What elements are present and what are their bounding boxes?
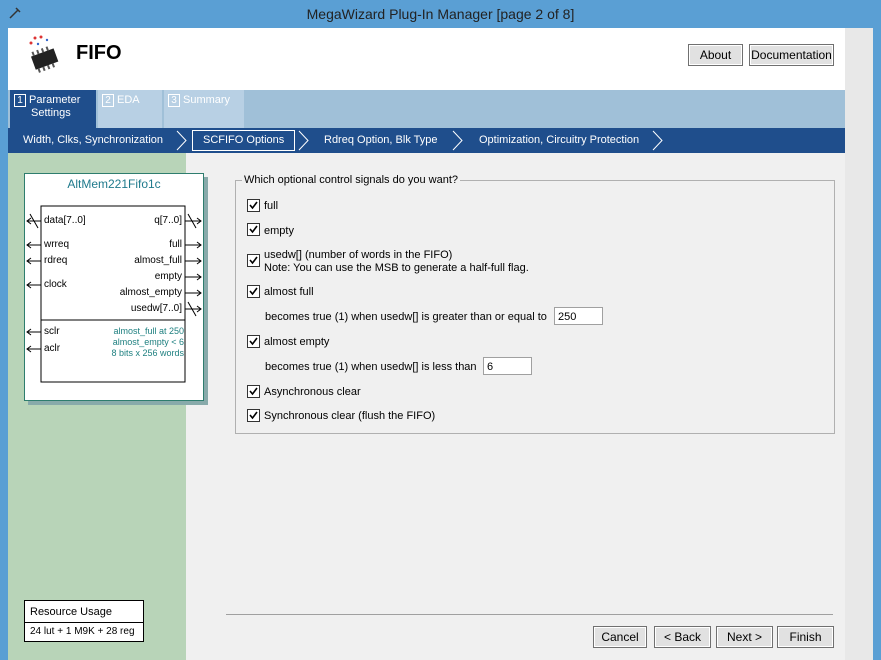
- next-button[interactable]: Next >: [716, 626, 773, 648]
- tab-eda[interactable]: 2 EDA: [98, 90, 162, 128]
- almost-full-value-input[interactable]: 250: [554, 307, 603, 325]
- usedw-checkbox[interactable]: [247, 254, 260, 267]
- note-almost-full: almost_full at 250: [113, 326, 184, 336]
- port-sclr: sclr: [44, 326, 60, 337]
- note-almost-empty: almost_empty < 6: [112, 337, 184, 347]
- subnav-scfifo-options[interactable]: SCFIFO Options: [192, 130, 296, 151]
- almost-full-label: almost full: [264, 286, 314, 298]
- almost-empty-checkbox[interactable]: [247, 335, 260, 348]
- port-empty: empty: [154, 271, 182, 282]
- port-almost-empty: almost_empty: [119, 287, 182, 298]
- page-subnav: Width, Clks, Synchronization SCFIFO Opti…: [8, 128, 845, 153]
- subnav-rdreq-option[interactable]: Rdreq Option, Blk Type: [324, 128, 438, 153]
- finish-button[interactable]: Finish: [777, 626, 834, 648]
- port-rdreq: rdreq: [44, 255, 68, 266]
- footer-separator: [226, 614, 833, 615]
- subnav-width-clks[interactable]: Width, Clks, Synchronization: [23, 128, 163, 153]
- tab-number: 1: [14, 94, 26, 107]
- tab-number: 3: [168, 94, 180, 107]
- full-checkbox[interactable]: [247, 199, 260, 212]
- resource-usage-value: 24 lut + 1 M9K + 28 reg: [30, 626, 135, 637]
- full-label: full: [264, 200, 279, 212]
- almost-full-threshold-text: becomes true (1) when usedw[] is greater…: [265, 311, 547, 323]
- sync-clear-label: Synchronous clear (flush the FIFO): [264, 410, 436, 422]
- tab-label: Parameter: [29, 94, 81, 106]
- group-label: Which optional control signals do you wa…: [242, 174, 461, 186]
- almost-empty-value-input[interactable]: 6: [483, 357, 532, 375]
- tab-label-line2: Settings: [31, 107, 71, 119]
- tab-number: 2: [102, 94, 114, 107]
- chevron-right-icon: [298, 130, 309, 151]
- megafunction-name: FIFO: [76, 42, 122, 64]
- tab-summary[interactable]: 3 Summary: [164, 90, 244, 128]
- empty-checkbox[interactable]: [247, 223, 260, 236]
- resource-usage-box: Resource Usage 24 lut + 1 M9K + 28 reg: [24, 600, 144, 642]
- resource-usage-title: Resource Usage: [30, 606, 112, 618]
- almost-full-checkbox[interactable]: [247, 285, 260, 298]
- port-usedw: usedw[7..0]: [130, 303, 182, 314]
- port-full: full: [169, 239, 182, 250]
- async-clear-label: Asynchronous clear: [264, 386, 361, 398]
- title-bar[interactable]: MegaWizard Plug-In Manager [page 2 of 8]: [0, 0, 881, 28]
- right-margin: [845, 28, 873, 660]
- subnav-optimization[interactable]: Optimization, Circuitry Protection: [479, 128, 639, 153]
- port-q: q[7..0]: [154, 215, 182, 226]
- fifo-symbol: AltMem221Fifo1c data[7..0] wrreq rdreq c…: [24, 173, 204, 401]
- sync-clear-checkbox[interactable]: [247, 409, 260, 422]
- port-data: data[7..0]: [44, 215, 86, 226]
- usedw-label: usedw[] (number of words in the FIFO): [264, 249, 453, 261]
- cancel-button[interactable]: Cancel: [593, 626, 647, 648]
- window-title: MegaWizard Plug-In Manager [page 2 of 8]: [306, 6, 575, 22]
- chevron-right-icon: [652, 130, 663, 151]
- fifo-chip-icon: [29, 35, 59, 73]
- async-clear-checkbox[interactable]: [247, 385, 260, 398]
- port-clock: clock: [44, 279, 67, 290]
- about-button[interactable]: About: [688, 44, 743, 66]
- documentation-button[interactable]: Documentation: [749, 44, 834, 66]
- tab-label: EDA: [117, 94, 140, 106]
- almost-empty-label: almost empty: [264, 336, 330, 348]
- tab-parameter-settings[interactable]: 1 Parameter Settings: [10, 90, 96, 128]
- back-button[interactable]: < Back: [654, 626, 711, 648]
- port-almost-full: almost_full: [134, 255, 182, 266]
- port-wrreq: wrreq: [44, 239, 70, 250]
- wizard-header: FIFO About Documentation: [8, 28, 845, 90]
- wizard-tabs: 1 Parameter Settings 2 EDA 3 Summary: [8, 90, 845, 128]
- chevron-right-icon: [176, 130, 187, 151]
- empty-label: empty: [264, 225, 294, 237]
- port-aclr: aclr: [44, 343, 61, 354]
- chevron-right-icon: [452, 130, 463, 151]
- almost-empty-threshold-text: becomes true (1) when usedw[] is less th…: [265, 361, 477, 373]
- usedw-note: Note: You can use the MSB to generate a …: [264, 262, 529, 274]
- tab-label: Summary: [183, 94, 231, 106]
- note-size: 8 bits x 256 words: [111, 348, 184, 358]
